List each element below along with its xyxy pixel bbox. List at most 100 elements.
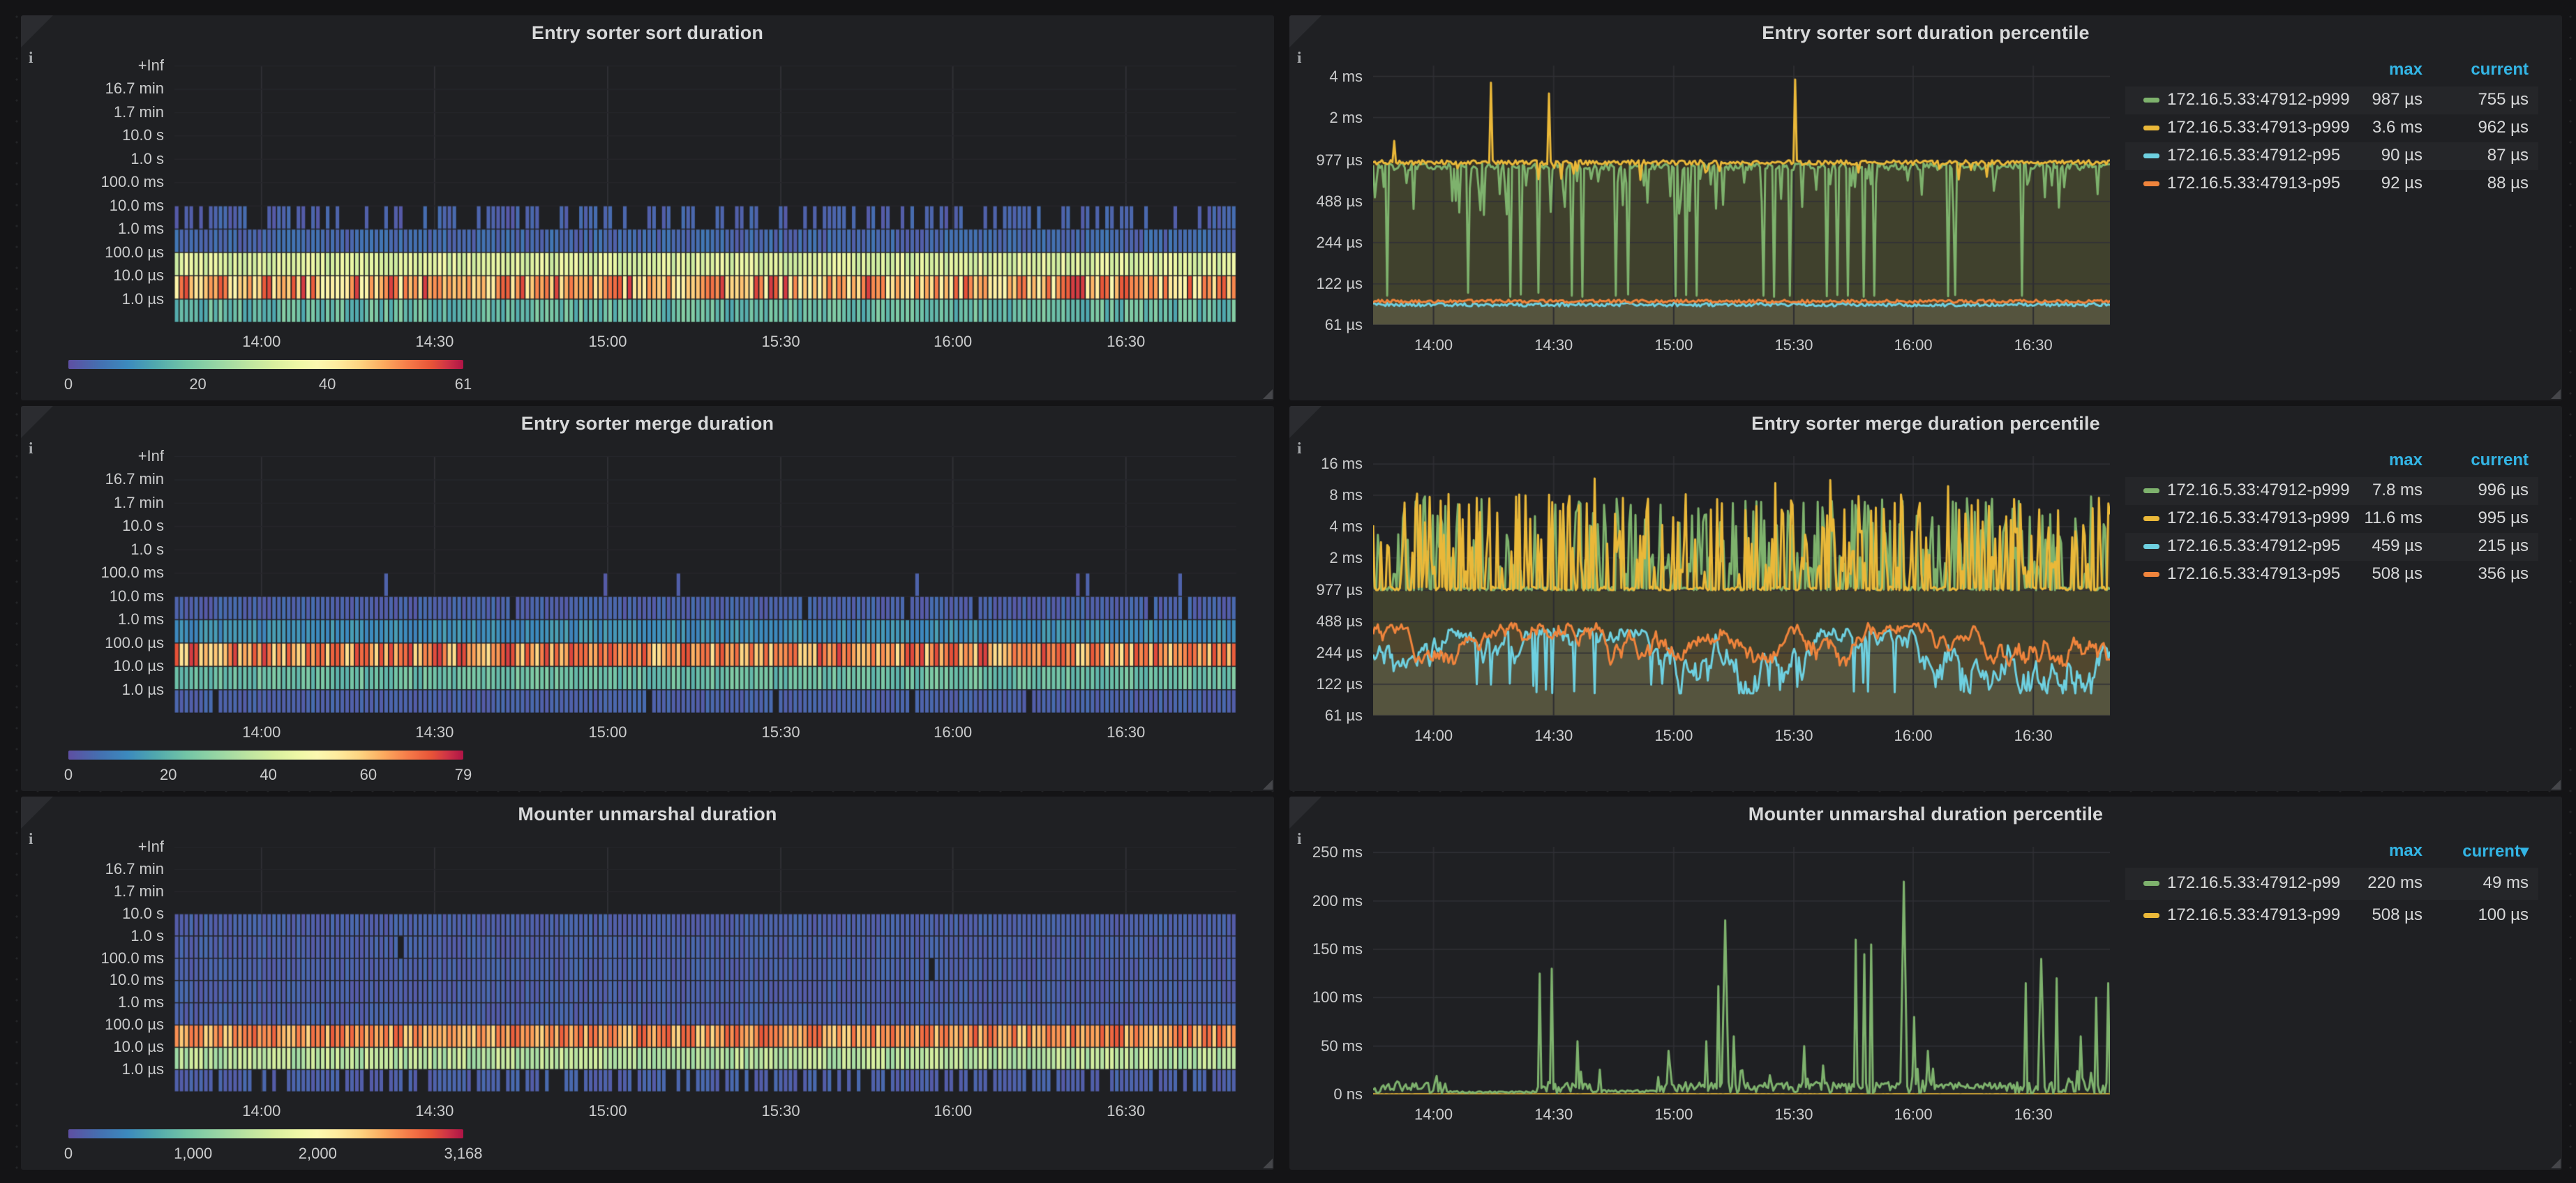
- legend-header: max current: [2125, 451, 2538, 473]
- legend-row: 172.16.5.33:47913-p99 508 µs 100 µs: [2125, 900, 2538, 932]
- unmarshal-percentile-graph-canvas[interactable]: [1373, 847, 2110, 1094]
- panel-resize-handle[interactable]: [2551, 1159, 2561, 1168]
- panel-entry-sorter-sort-duration-percentile: i Entry sorter sort duration percentile …: [1289, 15, 2562, 400]
- y-tick-label: 122 µs: [1316, 675, 1363, 693]
- x-tick-label: 16:30: [1107, 723, 1146, 741]
- colorbar-tick-label: 1,000: [174, 1145, 213, 1162]
- y-tick-label: 61 µs: [1324, 707, 1363, 724]
- y-tick-label: 1.0 s: [130, 540, 164, 558]
- y-tick-label: 10.0 ms: [109, 196, 164, 214]
- panel-entry-sorter-sort-duration: i Entry sorter sort duration 14:00 14:30 1…: [21, 15, 1274, 400]
- y-tick-label: 977 µs: [1316, 581, 1363, 599]
- legend-row: 172.16.5.33:47912-p99 220 ms 49 ms: [2125, 868, 2538, 900]
- panel-resize-handle[interactable]: [1263, 1159, 1273, 1168]
- legend-series-swatch[interactable]: [2143, 153, 2159, 158]
- panel-entry-sorter-merge-duration-percentile: i Entry sorter merge duration percentile…: [1289, 406, 2562, 791]
- y-tick-label: 8 ms: [1329, 486, 1363, 504]
- panel-resize-handle[interactable]: [1263, 780, 1273, 790]
- merge-percentile-graph-canvas[interactable]: [1373, 456, 2110, 716]
- legend-series-label[interactable]: 172.16.5.33:47912-p95: [2167, 146, 2340, 165]
- legend-series-swatch[interactable]: [2143, 516, 2159, 521]
- legend-current-value: 215 µs: [2478, 536, 2529, 555]
- legend-current-value: 356 µs: [2478, 564, 2529, 583]
- sort-duration-heatmap-canvas[interactable]: [174, 66, 1236, 322]
- y-tick-label: 150 ms: [1312, 940, 1363, 958]
- legend-current-value: 995 µs: [2478, 508, 2529, 527]
- y-tick-label: 16.7 min: [105, 470, 164, 488]
- legend-row: 172.16.5.33:47912-p999 987 µs 755 µs: [2125, 86, 2538, 114]
- panel-entry-sorter-merge-duration: i Entry sorter merge duration 14:00 14:30…: [21, 406, 1274, 791]
- x-tick-label: 15:30: [761, 333, 800, 350]
- legend-series-label[interactable]: 172.16.5.33:47913-p95: [2167, 174, 2340, 193]
- panel-title[interactable]: Entry sorter sort duration percentile: [1289, 22, 2562, 44]
- legend-series-label[interactable]: 172.16.5.33:47912-p95: [2167, 536, 2340, 556]
- legend-series-label[interactable]: 172.16.5.33:47913-p95: [2167, 564, 2340, 584]
- x-tick-label: 14:00: [242, 333, 281, 350]
- panel-title[interactable]: Mounter unmarshal duration percentile: [1289, 804, 2562, 825]
- legend-row: 172.16.5.33:47913-p95 508 µs 356 µs: [2125, 561, 2538, 589]
- panel-resize-handle[interactable]: [2551, 389, 2561, 399]
- colorbar-tick-label: 20: [160, 766, 177, 783]
- y-tick-label: 488 µs: [1316, 612, 1363, 631]
- panel-resize-handle[interactable]: [2551, 780, 2561, 790]
- legend-series-swatch[interactable]: [2143, 544, 2159, 549]
- y-tick-label: 200 ms: [1312, 891, 1363, 910]
- panel-mounter-unmarshal-duration-percentile: i Mounter unmarshal duration percentile …: [1289, 797, 2562, 1170]
- y-tick-label: 10.0 s: [122, 517, 164, 535]
- x-tick-label: 14:00: [1414, 336, 1453, 354]
- y-tick-label: 1.7 min: [113, 882, 164, 900]
- info-icon: i: [1297, 49, 1302, 66]
- legend-series-swatch[interactable]: [2143, 98, 2159, 103]
- legend-series-swatch[interactable]: [2143, 572, 2159, 577]
- panel-title[interactable]: Mounter unmarshal duration: [21, 804, 1274, 825]
- legend-header-max[interactable]: max: [2318, 60, 2423, 80]
- legend-series-swatch[interactable]: [2143, 126, 2159, 130]
- y-tick-label: 100 ms: [1312, 988, 1363, 1007]
- y-tick-label: 4 ms: [1329, 67, 1363, 85]
- legend-header-current[interactable]: current: [2429, 60, 2529, 80]
- legend-header-max[interactable]: max: [2318, 841, 2423, 861]
- legend-series-label[interactable]: 172.16.5.33:47913-p99: [2167, 905, 2340, 925]
- y-tick-label: 10.0 µs: [113, 1038, 164, 1056]
- merge-duration-heatmap-canvas[interactable]: [174, 456, 1236, 713]
- y-tick-label: 2 ms: [1329, 108, 1363, 126]
- y-tick-label: 1.0 µs: [121, 1060, 164, 1078]
- panel-title[interactable]: Entry sorter sort duration: [21, 22, 1274, 44]
- legend-header-max[interactable]: max: [2318, 451, 2423, 470]
- y-tick-label: +Inf: [137, 838, 164, 855]
- legend-series-swatch[interactable]: [2143, 881, 2159, 886]
- y-tick-label: 50 ms: [1321, 1037, 1363, 1055]
- y-tick-label: +Inf: [137, 447, 164, 465]
- colorbar-tick-label: 0: [63, 375, 73, 393]
- panel-title[interactable]: Entry sorter merge duration percentile: [1289, 413, 2562, 435]
- legend-max-value: 508 µs: [2372, 905, 2423, 924]
- colorbar-tick-label: 61: [454, 375, 472, 393]
- y-tick-label: 1.7 min: [113, 493, 164, 511]
- unmarshal-duration-heatmap-canvas[interactable]: [174, 847, 1236, 1092]
- legend-series-swatch[interactable]: [2143, 181, 2159, 186]
- x-tick-label: 14:00: [242, 723, 281, 741]
- legend-max-value: 11.6 ms: [2364, 508, 2423, 527]
- sort-percentile-graph-canvas[interactable]: [1373, 66, 2110, 325]
- panel-title[interactable]: Entry sorter merge duration: [21, 413, 1274, 435]
- legend-series-swatch[interactable]: [2143, 488, 2159, 493]
- y-tick-label: 4 ms: [1329, 517, 1363, 535]
- legend-header-current[interactable]: current: [2429, 451, 2529, 470]
- y-tick-label: 100.0 ms: [100, 949, 165, 967]
- y-tick-label: +Inf: [137, 56, 164, 74]
- y-tick-label: 244 µs: [1316, 233, 1363, 251]
- x-tick-label: 14:30: [1534, 336, 1573, 354]
- colorbar-tick-label: 2,000: [298, 1145, 337, 1162]
- legend-max-value: 220 ms: [2367, 873, 2423, 892]
- x-tick-label: 15:00: [1654, 1106, 1693, 1123]
- legend-row: 172.16.5.33:47913-p95 92 µs 88 µs: [2125, 170, 2538, 198]
- legend-current-value: 962 µs: [2478, 118, 2529, 137]
- x-tick-label: 15:30: [761, 1102, 800, 1120]
- legend-series-swatch[interactable]: [2143, 913, 2159, 918]
- legend-series-label[interactable]: 172.16.5.33:47912-p99: [2167, 873, 2340, 893]
- y-tick-label: 100.0 µs: [105, 1016, 164, 1034]
- colorbar-tick-label: 3,168: [444, 1145, 483, 1162]
- y-tick-label: 250 ms: [1312, 843, 1363, 861]
- panel-resize-handle[interactable]: [1263, 389, 1273, 399]
- legend-header-current[interactable]: current▾: [2429, 841, 2529, 861]
